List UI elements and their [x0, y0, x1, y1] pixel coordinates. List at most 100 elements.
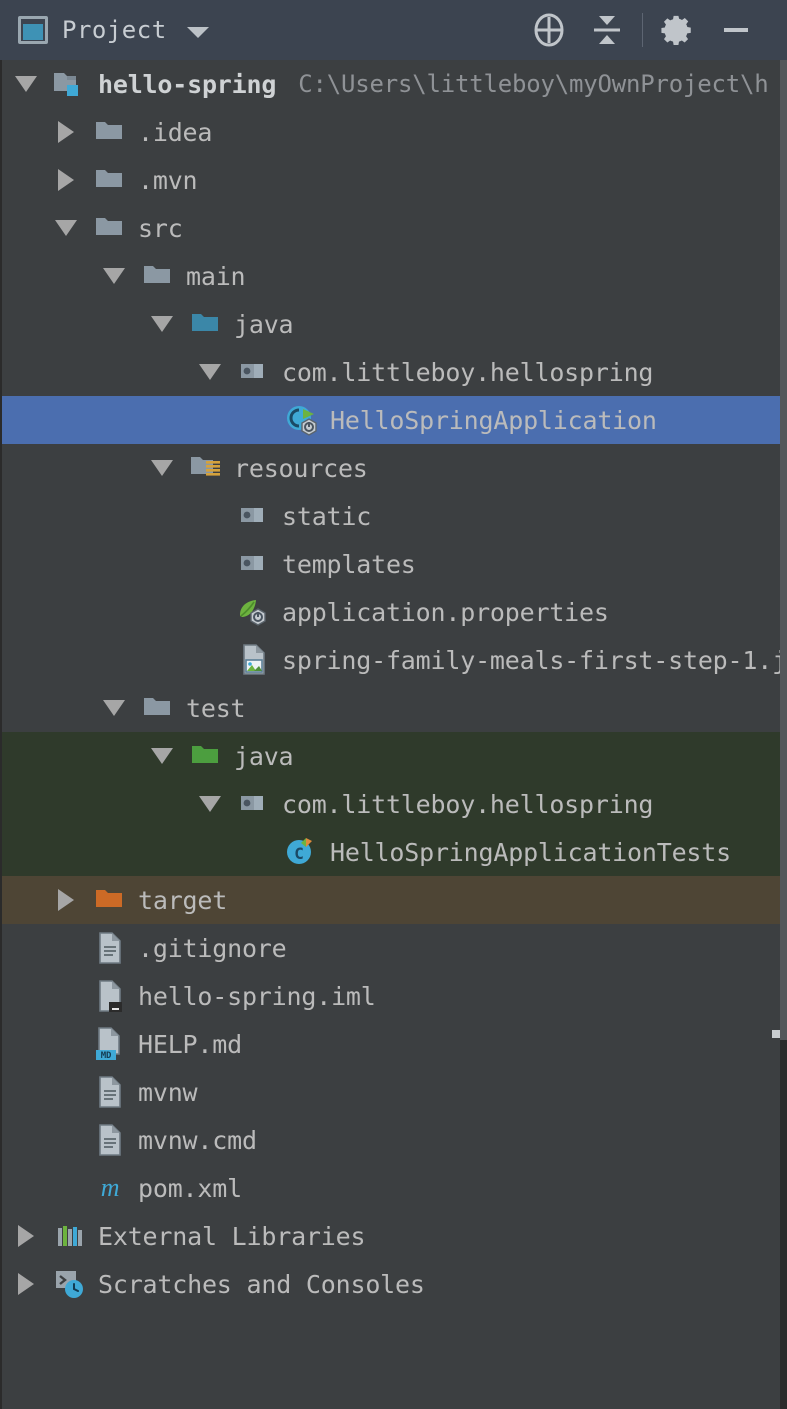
tree-row-label: mvnw [138, 1077, 198, 1107]
tree-row-label: target [138, 885, 228, 915]
tree-row-label: spring-family-meals-first-step-1.jp [282, 645, 787, 675]
tree-row[interactable]: mvnw.cmd [2, 1116, 787, 1164]
svg-text:MD: MD [101, 1051, 112, 1061]
minimize-icon[interactable] [707, 1, 765, 59]
tree-row[interactable]: C HelloSpringApplicationTests [2, 828, 787, 876]
collapse-arrow-icon[interactable] [90, 700, 138, 716]
collapse-arrow-icon[interactable] [138, 316, 186, 332]
package-icon [234, 501, 274, 531]
tree-row[interactable]: .idea [2, 108, 787, 156]
tree-row-label: .mvn [138, 165, 198, 195]
folder-icon [90, 213, 130, 243]
tree-row[interactable]: .mvn [2, 156, 787, 204]
tree-row-label: HELP.md [138, 1029, 242, 1059]
tree-row[interactable]: application.properties [2, 588, 787, 636]
tree-row-label: hello-spring [98, 69, 277, 99]
tree-row[interactable]: main [2, 252, 787, 300]
tree-row[interactable]: target [2, 876, 787, 924]
maven-file-icon: m [90, 1171, 130, 1205]
folder-icon [138, 693, 178, 723]
tree-row[interactable]: static [2, 492, 787, 540]
project-module-folder-icon [50, 69, 90, 99]
collapse-arrow-icon[interactable] [138, 748, 186, 764]
tree-row[interactable]: com.littleboy.hellospring [2, 348, 787, 396]
tree-row-label: static [282, 501, 372, 531]
tree-row-label: .idea [138, 117, 213, 147]
image-file-icon [234, 642, 274, 678]
scratches-console-icon [50, 1267, 90, 1301]
chevron-down-icon[interactable] [186, 26, 209, 38]
tree-row[interactable]: resources [2, 444, 787, 492]
tree-row[interactable]: m pom.xml [2, 1164, 787, 1212]
folder-icon [90, 165, 130, 195]
collapse-arrow-icon[interactable] [138, 460, 186, 476]
spring-properties-icon [234, 595, 274, 629]
tree-row[interactable]: com.littleboy.hellospring [2, 780, 787, 828]
tree-row[interactable]: java [2, 300, 787, 348]
project-tree[interactable]: hello-spring C:\Users\littleboy\myOwnProj… [0, 60, 787, 1409]
tree-row[interactable]: .gitignore [2, 924, 787, 972]
source-root-folder-icon [186, 309, 226, 339]
expand-arrow-icon[interactable] [42, 169, 90, 191]
tree-row[interactable]: src [2, 204, 787, 252]
tree-row[interactable]: spring-family-meals-first-step-1.jp [2, 636, 787, 684]
tree-row[interactable]: templates [2, 540, 787, 588]
expand-arrow-icon[interactable] [42, 121, 90, 143]
project-panel-icon [18, 16, 48, 44]
tree-row-label: main [186, 261, 246, 291]
tree-row[interactable]: hello-spring C:\Users\littleboy\myOwnProj… [2, 60, 787, 108]
tree-row[interactable]: mvnw [2, 1068, 787, 1116]
tree-row[interactable]: MD HELP.md [2, 1020, 787, 1068]
package-icon [234, 549, 274, 579]
collapse-arrow-icon[interactable] [186, 796, 234, 812]
vertical-scrollbar-thumb[interactable] [780, 60, 787, 1040]
tree-row[interactable]: hello-spring.iml [2, 972, 787, 1020]
tree-row-label: java [234, 741, 294, 771]
locate-target-icon[interactable] [520, 1, 578, 59]
folder-icon [138, 261, 178, 291]
collapse-arrow-icon[interactable] [90, 268, 138, 284]
tree-row-label: HelloSpringApplication [330, 405, 657, 435]
tree-row[interactable]: External Libraries [2, 1212, 787, 1260]
tree-row-label: resources [234, 453, 368, 483]
iml-file-icon [90, 978, 130, 1014]
tree-row-label: .gitignore [138, 933, 287, 963]
collapse-arrow-icon[interactable] [2, 76, 50, 92]
collapse-all-icon[interactable] [578, 1, 636, 59]
expand-arrow-icon[interactable] [2, 1273, 50, 1295]
tree-row-label: templates [282, 549, 416, 579]
tree-row-label: src [138, 213, 183, 243]
expand-arrow-icon[interactable] [42, 889, 90, 911]
collapse-arrow-icon[interactable] [42, 220, 90, 236]
expand-arrow-icon[interactable] [2, 1225, 50, 1247]
tree-row-label: test [186, 693, 246, 723]
tree-row-label: pom.xml [138, 1173, 242, 1203]
test-class-icon: C [282, 835, 322, 869]
project-toolbar: Project [0, 0, 787, 60]
tree-row-label: application.properties [282, 597, 609, 627]
package-icon [234, 357, 274, 387]
vertical-scrollbar-track[interactable] [780, 60, 787, 1409]
tree-row[interactable]: HelloSpringApplication [2, 396, 787, 444]
tree-row-label: com.littleboy.hellospring [282, 357, 654, 387]
svg-text:C: C [294, 844, 303, 863]
text-file-icon [90, 1074, 130, 1110]
tree-row[interactable]: test [2, 684, 787, 732]
excluded-folder-icon [90, 885, 130, 915]
tree-row-label: Scratches and Consoles [98, 1269, 425, 1299]
folder-icon [90, 117, 130, 147]
spring-boot-class-icon [282, 403, 322, 437]
tree-row[interactable]: java [2, 732, 787, 780]
gear-icon[interactable] [649, 1, 707, 59]
tree-row[interactable]: Scratches and Consoles [2, 1260, 787, 1308]
tree-row-label: java [234, 309, 294, 339]
collapse-arrow-icon[interactable] [186, 364, 234, 380]
svg-text:m: m [101, 1173, 120, 1202]
external-libraries-icon [50, 1220, 90, 1252]
tree-row-label: mvnw.cmd [138, 1125, 257, 1155]
horizontal-scroll-indicator[interactable] [772, 1030, 780, 1038]
markdown-file-icon: MD [90, 1026, 130, 1062]
project-path-label: C:\Users\littleboy\myOwnProject\h [298, 70, 769, 98]
tree-row-label: hello-spring.iml [138, 981, 376, 1011]
toolbar-left-group: Project [0, 16, 209, 44]
